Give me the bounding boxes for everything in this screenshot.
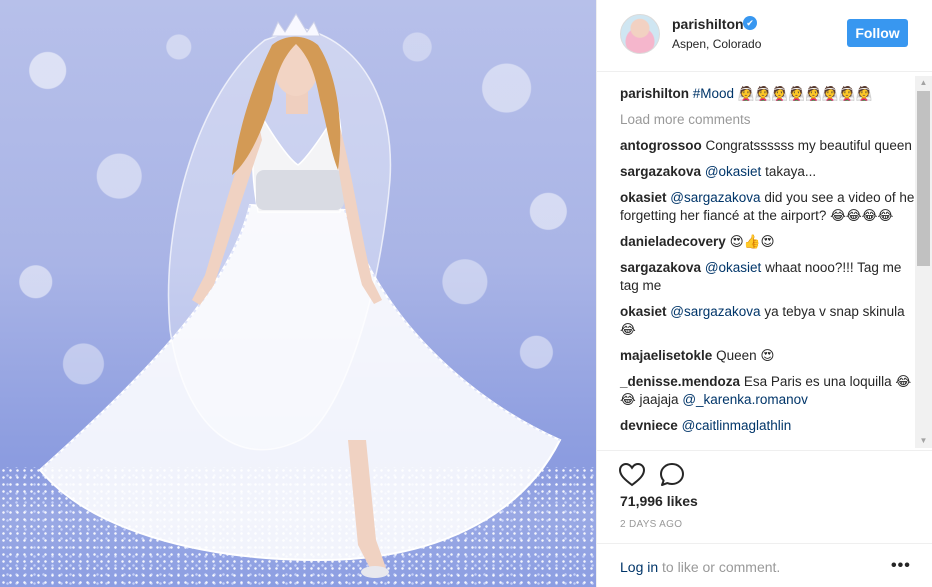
post-actions: 71,996 likes 2 DAYS AGO [597, 450, 932, 550]
comment-username[interactable]: majaelisetokle [620, 348, 712, 363]
login-prompt: Log in to like or comment. [620, 559, 780, 575]
comment-username[interactable]: okasiet [620, 304, 667, 319]
comment-username[interactable]: _denisse.mendoza [620, 374, 740, 389]
comment-username[interactable]: antogrossoo [620, 138, 702, 153]
comment-mention[interactable]: @okasiet [705, 260, 761, 275]
comment: danieladecovery 😍👍😍 [620, 233, 920, 251]
comment-username[interactable]: okasiet [620, 190, 667, 205]
comment: sargazakova @okasiet takaya... [620, 163, 920, 181]
comment-username[interactable]: sargazakova [620, 164, 701, 179]
avatar[interactable] [620, 14, 660, 54]
post-photo[interactable] [0, 0, 596, 587]
comment: okasiet @sargazakova did you see a video… [620, 189, 920, 225]
caption: parishilton #Mood 👰👰👰👰👰👰👰👰 [620, 85, 920, 103]
header-username[interactable]: parishilton [672, 16, 744, 32]
caption-text: #Mood 👰👰👰👰👰👰👰👰 [692, 86, 873, 101]
comment-mention[interactable]: @caitlinmaglathlin [682, 418, 792, 433]
comment-mention[interactable]: @sargazakova [670, 304, 760, 319]
comment-mention[interactable]: @_karenka.romanov [682, 392, 808, 407]
comment-username[interactable]: danieladecovery [620, 234, 726, 249]
comment-mention[interactable]: @sargazakova [670, 190, 760, 205]
load-more-comments-link[interactable]: Load more comments [620, 111, 920, 129]
more-options-icon[interactable]: ••• [891, 557, 911, 575]
comment-text: Queen 😍 [716, 348, 775, 363]
comments-section: parishilton #Mood 👰👰👰👰👰👰👰👰 Load more com… [597, 72, 932, 450]
scroll-up-arrow-icon[interactable]: ▲ [915, 76, 932, 90]
comment-bubble-icon[interactable] [658, 461, 686, 489]
heart-icon[interactable] [618, 461, 646, 489]
post-header: parishilton ✔ Aspen, Colorado Follow [597, 0, 932, 72]
comment: sargazakova @okasiet whaat nooo?!!! Tag … [620, 259, 920, 295]
comments-scrollbar[interactable]: ▲ ▼ [915, 76, 932, 448]
comment-mention[interactable]: @okasiet [705, 164, 761, 179]
bride-illustration [38, 13, 562, 578]
caption-username[interactable]: parishilton [620, 86, 689, 101]
post-sidebar: parishilton ✔ Aspen, Colorado Follow par… [596, 0, 932, 587]
add-comment-bar: Log in to like or comment. ••• [597, 543, 932, 587]
comment-text: 😍👍😍 [729, 234, 775, 249]
comment-text: takaya... [765, 164, 817, 179]
comment: majaelisetokle Queen 😍 [620, 347, 920, 365]
comment-username[interactable]: devniece [620, 418, 678, 433]
login-link[interactable]: Log in [620, 559, 658, 575]
post-timestamp[interactable]: 2 DAYS AGO [620, 519, 682, 530]
comment-text: Congratssssss my beautiful queen [705, 138, 912, 153]
follow-button[interactable]: Follow [847, 19, 908, 47]
comment: _denisse.mendoza Esa Paris es una loquil… [620, 373, 920, 409]
comment: okasiet @sargazakova ya tebya v snap ski… [620, 303, 920, 339]
login-prompt-text: to like or comment. [658, 559, 781, 575]
likes-count[interactable]: 71,996 likes [620, 493, 698, 509]
comment-username[interactable]: sargazakova [620, 260, 701, 275]
scrollbar-thumb[interactable] [917, 91, 930, 266]
comment: antogrossoo Congratssssss my beautiful q… [620, 137, 920, 155]
comment: devniece @caitlinmaglathlin [620, 417, 920, 435]
location-link[interactable]: Aspen, Colorado [672, 37, 761, 51]
verified-badge-icon: ✔ [743, 16, 757, 30]
scroll-down-arrow-icon[interactable]: ▼ [915, 434, 932, 448]
